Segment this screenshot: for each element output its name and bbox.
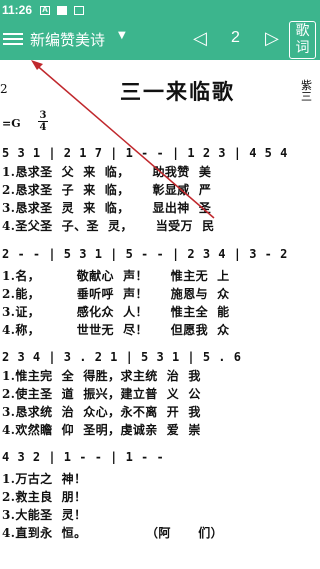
lyric-line: 4.圣父圣 子、圣 灵， 当受万 民 (2, 219, 215, 233)
time-sig-bottom: 4 (39, 122, 47, 133)
lyrics-button[interactable]: 歌词 (289, 21, 316, 59)
app-notification-icon: A (40, 5, 51, 15)
lyric-line: 2.能， 垂听呼 声！ 施恩与 众 (2, 287, 230, 301)
lyric-line: 1.恳求圣 父 来 临， 助我赞 美 (2, 165, 212, 179)
lyric-line: 3.证， 感化众 人！ 惟主全 能 (2, 305, 230, 319)
lyric-line: 1.惟主完 全 得胜，求主统 治 我 (2, 369, 201, 383)
lyric-line: 4.称， 世世无 尽！ 但愿我 众 (2, 323, 230, 337)
sheet-music: 2 三一来临歌 紫 三 =G 3 4 5 3 1 | 2 1 7 | 1 - -… (0, 60, 320, 569)
image-notification-icon (57, 5, 68, 15)
time-sig-top: 3 (39, 110, 47, 121)
lyric-line: 2.救主良 朋！ (2, 490, 87, 504)
lyric-line: 4.直到永 恒。 （阿 们） (2, 526, 224, 540)
next-page-icon[interactable]: ▷ (265, 28, 279, 49)
lyric-line: 2.恳求圣 子 来 临， 彰显威 严 (2, 183, 212, 197)
notification-icon (74, 5, 85, 15)
dropdown-caret-icon[interactable]: ▼ (118, 30, 126, 41)
top-toolbar: 新编赞美诗 ▼ ◁ 2 ▷ 歌词 (0, 20, 320, 60)
lyric-line: 1.万古之 神！ (2, 472, 87, 486)
lyric-line: 3.大能圣 灵！ (2, 508, 87, 522)
lyric-line: 2.使主圣 道 振兴，建立普 义 公 (2, 387, 201, 401)
status-time: 11:26 (2, 3, 33, 17)
corner-mark: 紫 三 (301, 79, 312, 103)
lyric-line: 3.恳求圣 灵 来 临， 显出神 圣 (2, 201, 212, 215)
hymn-number: 2 (0, 82, 8, 96)
previous-page-icon[interactable]: ◁ (193, 28, 207, 49)
notation-row: 5 3 1 | 2 1 7 | 1 - - | 1 2 3 | 4 5 4 (2, 146, 288, 160)
status-bar: 11:26 A (0, 0, 320, 20)
lyric-line: 4.欢然瞻 仰 圣明，虔诚亲 爱 崇 (2, 423, 201, 437)
page-number: 2 (231, 29, 240, 46)
notation-row: 2 - - | 5 3 1 | 5 - - | 2 3 4 | 3 - 2 (2, 247, 288, 261)
collection-title[interactable]: 新编赞美诗 (30, 29, 105, 50)
lyric-line: 3.恳求统 治 众心，永不离 开 我 (2, 405, 201, 419)
notation-row: 4 3 2 | 1 - - | 1 - - (2, 450, 165, 464)
time-signature: 3 4 (38, 110, 48, 133)
notation-row: 2 3 4 | 3 . 2 1 | 5 3 1 | 5 . 6 (2, 350, 242, 364)
hymn-title: 三一来临歌 (120, 79, 235, 104)
lyric-line: 1.名， 敬献心 声！ 惟主无 上 (2, 269, 230, 283)
menu-icon[interactable] (3, 30, 23, 48)
key-signature: =G (2, 117, 21, 130)
